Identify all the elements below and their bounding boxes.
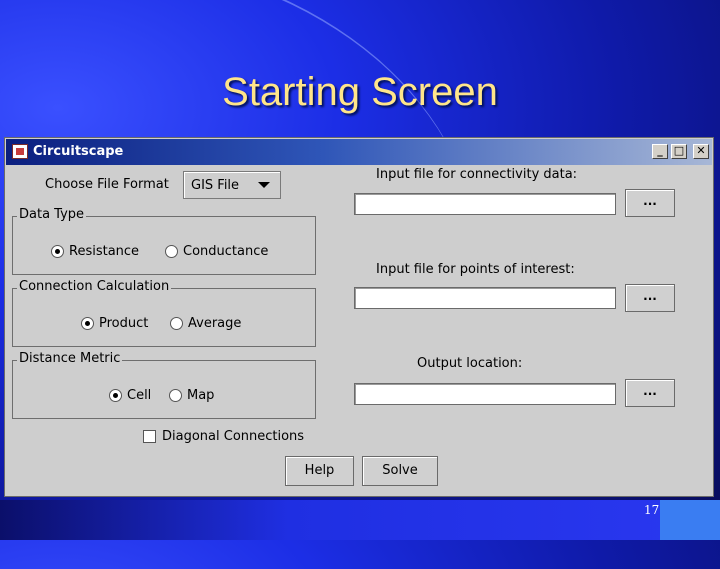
slide-footer-bar xyxy=(0,500,720,540)
close-icon[interactable]: ✕ xyxy=(693,144,709,159)
file-format-value: GIS File xyxy=(191,178,240,193)
radio-button-selected-icon[interactable] xyxy=(81,317,94,330)
radio-button-selected-icon[interactable] xyxy=(109,389,122,402)
radio-product-label: Product xyxy=(99,316,149,331)
radio-cell-label: Cell xyxy=(127,388,152,403)
slide-title: Starting Screen xyxy=(222,70,498,114)
radio-button-icon[interactable] xyxy=(165,245,178,258)
browse-output-button[interactable]: ... xyxy=(625,379,675,407)
circuitscape-window: Circuitscape _ □ ✕ Choose File Format GI… xyxy=(4,137,714,497)
radio-button-icon[interactable] xyxy=(169,389,182,402)
radio-conductance-label: Conductance xyxy=(183,244,269,259)
footer-accent xyxy=(660,500,720,540)
points-input-label: Input file for points of interest: xyxy=(376,262,575,277)
data-type-title: Data Type xyxy=(17,207,87,222)
radio-resistance-label: Resistance xyxy=(69,244,140,259)
diagonal-connections-checkbox[interactable] xyxy=(143,430,156,443)
radio-average-label: Average xyxy=(188,316,242,331)
maximize-icon[interactable]: □ xyxy=(671,144,687,159)
radio-map-label: Map xyxy=(187,388,215,403)
window-title: Circuitscape xyxy=(33,144,124,159)
page-number: 17 xyxy=(644,503,660,517)
browse-connectivity-button[interactable]: ... xyxy=(625,189,675,217)
connectivity-input-label: Input file for connectivity data: xyxy=(376,167,578,182)
help-button[interactable]: Help xyxy=(285,456,354,486)
minimize-icon[interactable]: _ xyxy=(652,144,668,159)
connection-calculation-title: Connection Calculation xyxy=(17,279,172,294)
diagonal-connections-label: Diagonal Connections xyxy=(162,429,305,444)
points-file-input[interactable] xyxy=(354,287,616,309)
output-location-input[interactable] xyxy=(354,383,616,405)
window-titlebar[interactable]: Circuitscape _ □ ✕ xyxy=(6,139,712,165)
radio-button-selected-icon[interactable] xyxy=(51,245,64,258)
distance-metric-group: Distance Metric Cell Map xyxy=(12,351,316,419)
output-location-label: Output location: xyxy=(417,356,523,371)
solve-button[interactable]: Solve xyxy=(362,456,438,486)
chevron-down-icon xyxy=(258,182,270,188)
file-format-dropdown[interactable]: GIS File xyxy=(183,171,281,199)
connection-calculation-group: Connection Calculation Product Average xyxy=(12,279,316,347)
app-icon xyxy=(12,144,28,159)
radio-button-icon[interactable] xyxy=(170,317,183,330)
file-format-label: Choose File Format xyxy=(45,177,169,192)
data-type-group: Data Type Resistance Conductance xyxy=(12,207,316,275)
distance-metric-title: Distance Metric xyxy=(17,351,123,366)
browse-points-button[interactable]: ... xyxy=(625,284,675,312)
connectivity-file-input[interactable] xyxy=(354,193,616,215)
